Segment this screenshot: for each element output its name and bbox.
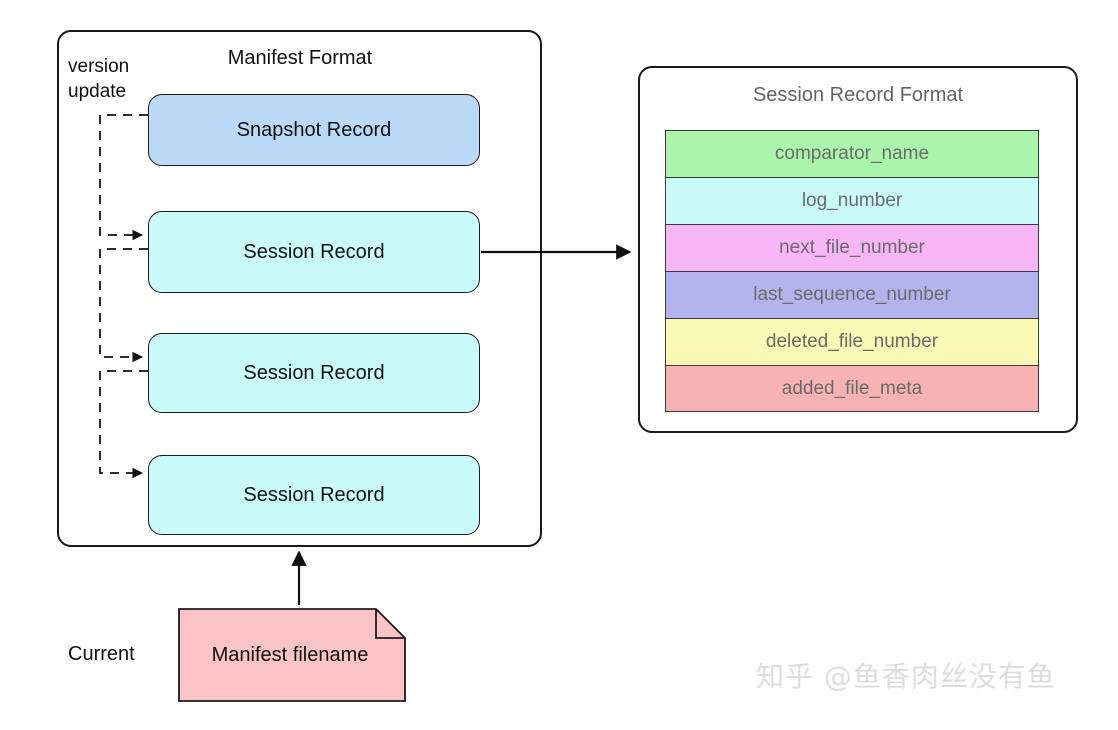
record-box-session-2[interactable]: Session Record xyxy=(148,333,480,413)
record-label: Session Record xyxy=(243,361,385,384)
field-row-deleted-file-number[interactable]: deleted_file_number xyxy=(665,318,1039,365)
field-label: log_number xyxy=(801,190,903,211)
record-box-session-3[interactable]: Session Record xyxy=(148,455,480,535)
manifest-filename-label: Manifest filename xyxy=(211,643,369,666)
watermark-text: 知乎 @鱼香肉丝没有鱼 xyxy=(756,660,1056,693)
field-label: comparator_name xyxy=(774,143,930,164)
current-label: Current xyxy=(68,643,135,665)
record-label: Snapshot Record xyxy=(236,118,392,141)
manifest-filename-note[interactable]: Manifest filename xyxy=(178,608,406,702)
field-row-comparator-name[interactable]: comparator_name xyxy=(665,130,1039,177)
session-record-field-table: comparator_name log_number next_file_num… xyxy=(665,130,1039,412)
field-label: next_file_number xyxy=(779,237,925,258)
manifest-format-title: Manifest Format xyxy=(227,47,373,69)
field-label: deleted_file_number xyxy=(765,331,939,352)
field-label: last_sequence_number xyxy=(753,284,951,305)
version-update-label: version update xyxy=(68,56,130,102)
field-row-next-file-number[interactable]: next_file_number xyxy=(665,224,1039,271)
field-row-last-sequence-number[interactable]: last_sequence_number xyxy=(665,271,1039,318)
field-row-added-file-meta[interactable]: added_file_meta xyxy=(665,365,1039,412)
field-row-log-number[interactable]: log_number xyxy=(665,177,1039,224)
field-label: added_file_meta xyxy=(781,377,923,399)
session-record-format-title: Session Record Format xyxy=(752,84,964,106)
record-label: Session Record xyxy=(243,483,385,506)
record-label: Session Record xyxy=(243,240,385,263)
record-box-session-1[interactable]: Session Record xyxy=(148,211,480,293)
diagram-canvas: Manifest Format Session Record Format ve… xyxy=(0,0,1118,730)
record-box-snapshot[interactable]: Snapshot Record xyxy=(148,94,480,166)
